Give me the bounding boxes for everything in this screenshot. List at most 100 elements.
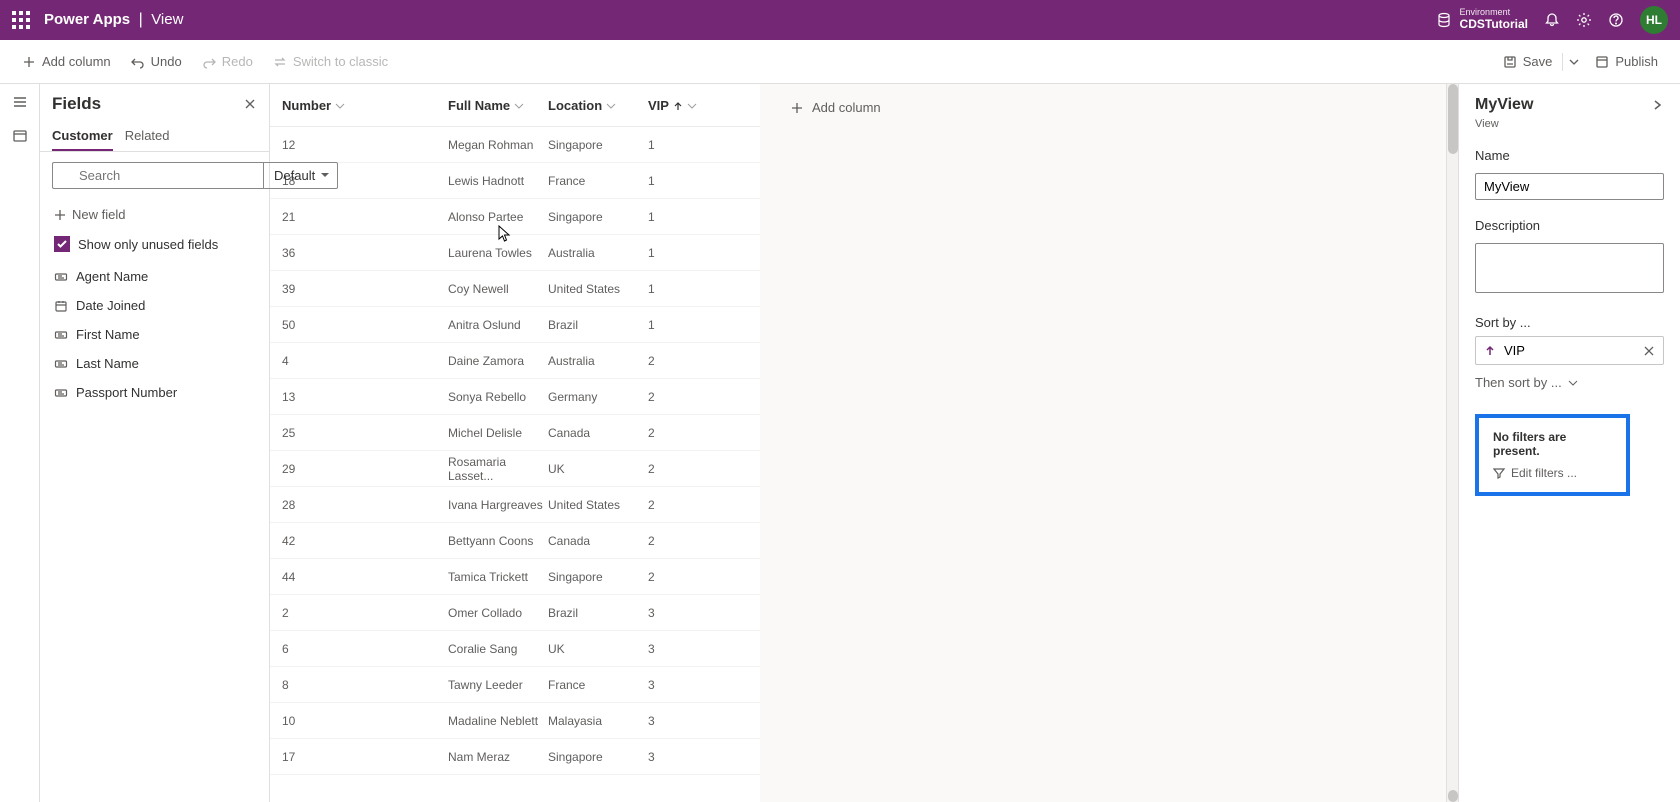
cell-name: Laurena Towles — [448, 246, 548, 260]
field-label: Last Name — [76, 356, 139, 371]
table-row[interactable]: 44Tamica TrickettSingapore2 — [270, 559, 760, 595]
cell-name: Coy Newell — [448, 282, 548, 296]
cell-location: France — [548, 678, 648, 692]
chevron-down-icon — [514, 101, 524, 111]
plus-icon — [54, 209, 66, 221]
cell-location: UK — [548, 462, 648, 476]
table-row[interactable]: 39Coy NewellUnited States1 — [270, 271, 760, 307]
tab-related[interactable]: Related — [125, 122, 170, 151]
search-input[interactable] — [52, 162, 263, 189]
col-header-vip[interactable]: VIP — [648, 98, 728, 113]
scroll-thumb[interactable] — [1448, 790, 1458, 802]
table-row[interactable]: 17Nam MerazSingapore3 — [270, 739, 760, 775]
app-bar: Power Apps | View Environment CDSTutoria… — [0, 0, 1680, 40]
cell-vip: 2 — [648, 498, 728, 512]
col-header-fullname[interactable]: Full Name — [448, 98, 548, 113]
tab-customer[interactable]: Customer — [52, 122, 113, 151]
sort-field-pill[interactable]: VIP — [1475, 336, 1664, 365]
table-row[interactable]: 50Anitra OslundBrazil1 — [270, 307, 760, 343]
col-header-location[interactable]: Location — [548, 98, 648, 113]
table-row[interactable]: 28Ivana HargreavesUnited States2 — [270, 487, 760, 523]
description-input[interactable] — [1475, 243, 1664, 293]
rail-hamburger[interactable] — [8, 90, 32, 114]
table-row[interactable]: 42Bettyann CoonsCanada2 — [270, 523, 760, 559]
hamburger-icon — [12, 94, 28, 110]
save-button[interactable]: Save — [1493, 48, 1563, 75]
chevron-down-icon — [335, 101, 345, 111]
table-row[interactable]: 29Rosamaria Lasset...UK2 — [270, 451, 760, 487]
scroll-thumb[interactable] — [1448, 84, 1458, 154]
table-row[interactable]: 21Alonso ParteeSingapore1 — [270, 199, 760, 235]
table-row[interactable]: 18Lewis HadnottFrance1 — [270, 163, 760, 199]
cell-vip: 3 — [648, 606, 728, 620]
undo-button[interactable]: Undo — [121, 48, 192, 75]
show-unused-toggle[interactable]: Show only unused fields — [40, 230, 269, 262]
publish-icon — [1595, 55, 1609, 69]
sort-asc-icon — [1484, 345, 1496, 357]
remove-sort-button[interactable] — [1643, 345, 1655, 357]
publish-button[interactable]: Publish — [1585, 48, 1668, 75]
fields-panel: Fields Customer Related Default New fiel… — [40, 84, 270, 802]
chevron-down-icon — [1568, 378, 1578, 388]
add-column-button[interactable]: Add column — [12, 48, 121, 75]
chevron-down-icon — [687, 101, 697, 111]
table-row[interactable]: 13Sonya RebelloGermany2 — [270, 379, 760, 415]
name-input[interactable] — [1475, 173, 1664, 200]
cell-number: 4 — [278, 354, 448, 368]
view-subtitle: View — [1475, 118, 1664, 130]
cell-location: Singapore — [548, 570, 648, 584]
save-caret[interactable] — [1562, 53, 1585, 71]
table-row[interactable]: 25Michel DelisleCanada2 — [270, 415, 760, 451]
field-item[interactable]: Last Name — [40, 349, 269, 378]
table-row[interactable]: 2Omer ColladoBrazil3 — [270, 595, 760, 631]
gear-icon[interactable] — [1576, 12, 1592, 28]
cell-vip: 3 — [648, 714, 728, 728]
new-field-button[interactable]: New field — [40, 199, 269, 230]
environment-picker[interactable]: Environment CDSTutorial — [1436, 8, 1528, 31]
chevron-down-icon — [1569, 57, 1579, 67]
rail-components[interactable] — [8, 124, 32, 148]
then-sort-button[interactable]: Then sort by ... — [1475, 375, 1664, 390]
show-unused-label: Show only unused fields — [78, 237, 218, 252]
plus-icon — [22, 55, 36, 69]
expand-panel-button[interactable] — [1650, 98, 1664, 112]
app-launcher-icon[interactable] — [12, 11, 30, 29]
add-column-button-grid[interactable]: Add column — [780, 94, 891, 121]
redo-button[interactable]: Redo — [192, 48, 263, 75]
table-row[interactable]: 10Madaline NeblettMalayasia3 — [270, 703, 760, 739]
col-header-number[interactable]: Number — [278, 98, 448, 113]
filter-default-dropdown[interactable]: Default — [263, 162, 338, 189]
save-icon — [1503, 55, 1517, 69]
field-item[interactable]: Date Joined — [40, 291, 269, 320]
text-field-icon — [54, 386, 68, 400]
field-item[interactable]: First Name — [40, 320, 269, 349]
edit-filters-button[interactable]: Edit filters ... — [1493, 466, 1612, 480]
table-row[interactable]: 36Laurena TowlesAustralia1 — [270, 235, 760, 271]
field-label: Passport Number — [76, 385, 177, 400]
avatar[interactable]: HL — [1640, 6, 1668, 34]
cell-number: 12 — [278, 138, 448, 152]
table-row[interactable]: 12Megan RohmanSingapore1 — [270, 127, 760, 163]
app-title: Power Apps | View — [44, 11, 183, 29]
bell-icon[interactable] — [1544, 12, 1560, 28]
table-row[interactable]: 8Tawny LeederFrance3 — [270, 667, 760, 703]
env-label: Environment — [1460, 8, 1528, 18]
cell-location: Germany — [548, 390, 648, 404]
scrollbar[interactable] — [1446, 84, 1458, 802]
name-label: Name — [1475, 148, 1664, 163]
sort-asc-icon — [673, 101, 683, 111]
table-row[interactable]: 6Coralie SangUK3 — [270, 631, 760, 667]
help-icon[interactable] — [1608, 12, 1624, 28]
cell-location: Singapore — [548, 138, 648, 152]
table-row[interactable]: 4Daine ZamoraAustralia2 — [270, 343, 760, 379]
filters-highlight-box: No filters are present. Edit filters ... — [1475, 414, 1630, 496]
field-item[interactable]: Passport Number — [40, 378, 269, 407]
description-label: Description — [1475, 218, 1664, 233]
close-panel-button[interactable] — [243, 97, 257, 111]
cell-number: 28 — [278, 498, 448, 512]
undo-icon — [131, 55, 145, 69]
field-item[interactable]: Agent Name — [40, 262, 269, 291]
publish-label: Publish — [1615, 54, 1658, 69]
properties-panel: MyView View Name Description Sort by ...… — [1458, 84, 1680, 802]
switch-classic-button[interactable]: Switch to classic — [263, 48, 398, 75]
